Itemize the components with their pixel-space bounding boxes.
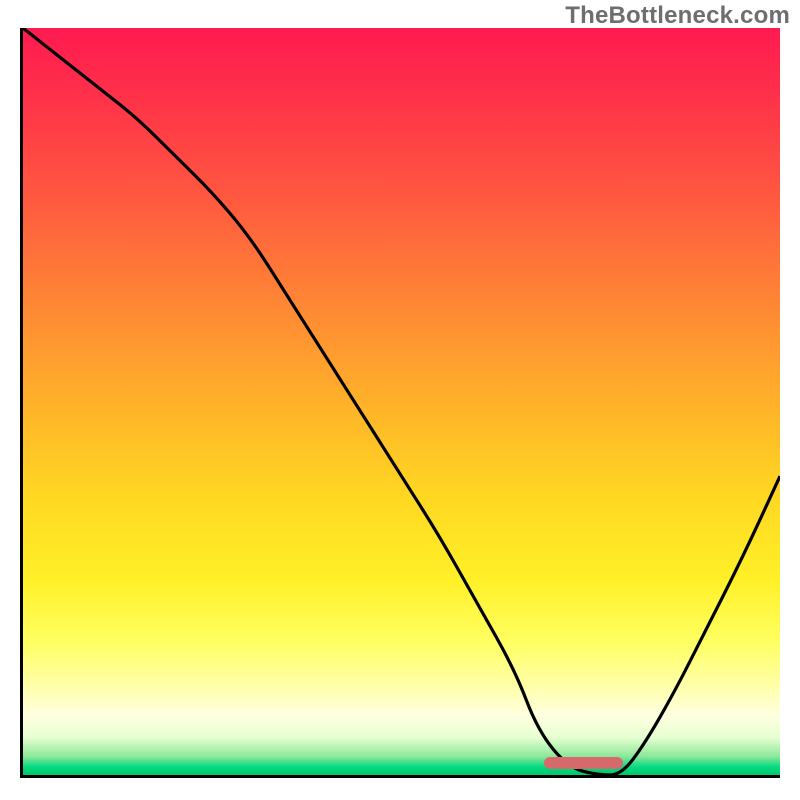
plot-area [20, 28, 780, 778]
background-gradient [23, 28, 780, 775]
watermark-text: TheBottleneck.com [565, 2, 790, 30]
target-range-marker [544, 757, 624, 769]
chart-container: TheBottleneck.com [0, 0, 800, 800]
